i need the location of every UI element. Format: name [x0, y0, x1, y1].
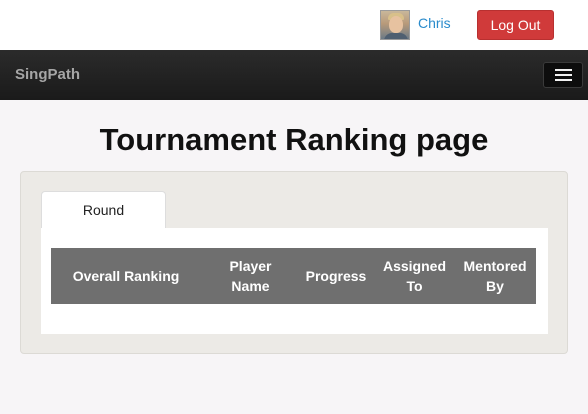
ranking-panel: Round Overall Ranking Player Name Progre… — [20, 171, 568, 354]
column-overall-ranking[interactable]: Overall Ranking — [51, 248, 201, 304]
brand-link[interactable]: SingPath — [15, 66, 80, 83]
logout-button[interactable]: Log Out — [477, 10, 554, 40]
menu-line-middle — [555, 74, 572, 76]
column-player-name[interactable]: Player Name — [223, 248, 278, 304]
hamburger-menu-icon[interactable] — [543, 62, 583, 88]
ranking-table-header: Overall Ranking Player Name Progress Ass… — [51, 248, 536, 304]
page-title: Tournament Ranking page — [99, 122, 489, 157]
avatar-shirt — [384, 33, 408, 39]
navbar: SingPath — [0, 50, 588, 100]
username-link[interactable]: Chris — [418, 15, 451, 31]
menu-line-bottom — [555, 79, 572, 81]
menu-line-top — [555, 69, 572, 71]
top-user-bar: Chris Log Out — [0, 0, 588, 50]
column-progress[interactable]: Progress — [301, 248, 371, 304]
tab-content: Overall Ranking Player Name Progress Ass… — [41, 228, 548, 334]
column-mentored-by[interactable]: Mentored By — [459, 248, 531, 304]
tab-round[interactable]: Round — [41, 191, 166, 229]
avatar-face — [389, 16, 403, 33]
column-assigned-to[interactable]: Assigned To — [378, 248, 451, 304]
user-avatar[interactable] — [380, 10, 410, 40]
